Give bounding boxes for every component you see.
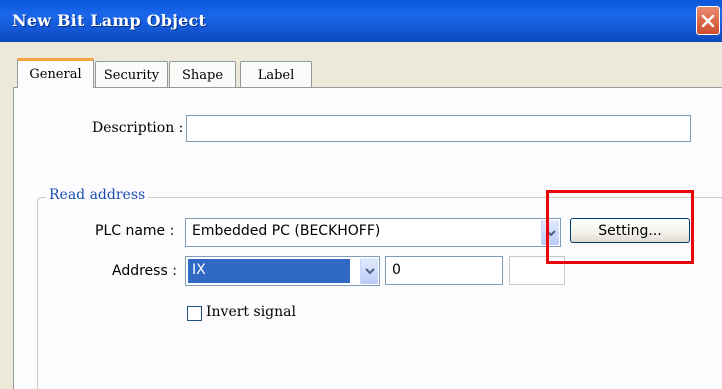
chevron-down-icon <box>545 229 556 236</box>
read-address-legend: Read address <box>46 187 149 203</box>
invert-signal-checkbox[interactable] <box>187 306 202 321</box>
address-type-value: IX <box>192 262 206 278</box>
description-field[interactable] <box>186 115 691 142</box>
address-type-dropdown-arrow[interactable] <box>360 258 378 284</box>
plc-name-label: PLC name : <box>95 223 175 239</box>
tab-general[interactable]: General <box>17 58 94 88</box>
setting-button-label: Setting... <box>598 222 662 239</box>
description-label: Description : <box>92 120 184 136</box>
plc-name-dropdown[interactable]: Embedded PC (BECKHOFF) <box>185 218 561 247</box>
address-extra-field[interactable] <box>509 256 565 285</box>
tab-label-label: Label <box>257 67 295 83</box>
tab-shape[interactable]: Shape <box>169 61 236 88</box>
close-button[interactable] <box>696 6 720 35</box>
plc-name-value: Embedded PC (BECKHOFF) <box>192 223 381 239</box>
title-bar: New Bit Lamp Object <box>0 0 722 42</box>
plc-name-dropdown-arrow[interactable] <box>541 220 559 245</box>
address-type-dropdown[interactable]: IX <box>185 256 380 286</box>
address-type-selection <box>188 259 350 283</box>
address-label: Address : <box>112 263 177 279</box>
address-value-field[interactable]: 0 <box>385 256 503 285</box>
tab-security[interactable]: Security <box>95 61 168 88</box>
tab-security-label: Security <box>103 67 160 83</box>
address-value: 0 <box>392 262 401 278</box>
close-icon <box>701 14 715 27</box>
window-title: New Bit Lamp Object <box>12 11 207 30</box>
chevron-down-icon <box>364 268 375 275</box>
tab-label[interactable]: Label <box>240 61 312 88</box>
tab-general-label: General <box>29 67 82 82</box>
invert-signal-label: Invert signal <box>206 304 296 320</box>
tab-shape-label: Shape <box>181 67 224 83</box>
setting-button[interactable]: Setting... <box>570 218 690 243</box>
